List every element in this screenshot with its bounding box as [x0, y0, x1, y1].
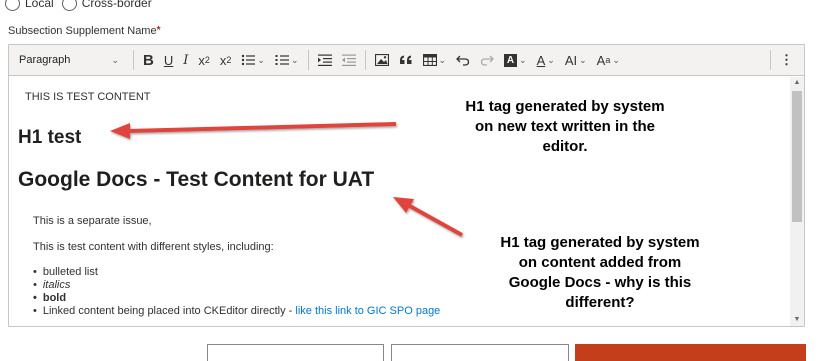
bulleted-list-button[interactable]: ⌄: [236, 49, 270, 71]
font-color-icon: A: [536, 52, 546, 68]
annotation-note-1: H1 tag generated by system on new text w…: [415, 97, 715, 157]
cross-border-radio[interactable]: [61, 0, 77, 11]
content-paragraph: THIS IS TEST CONTENT: [25, 91, 151, 103]
undo-icon: [456, 55, 470, 66]
block-quote-button[interactable]: [394, 49, 418, 71]
font-family-button[interactable]: Aa ⌄: [592, 49, 625, 71]
list-item: Linked content being placed into CKEdito…: [33, 305, 440, 318]
superscript-mark: 2: [226, 55, 232, 65]
subscript-mark: 2: [204, 55, 210, 65]
dialog-button-1[interactable]: [207, 344, 384, 361]
chevron-down-icon: ⌄: [290, 54, 299, 65]
scope-radio-group: Local Cross-border: [5, 0, 160, 14]
chevron-down-icon: ⌄: [579, 54, 587, 65]
dialog-button-2[interactable]: [391, 344, 569, 361]
local-radio[interactable]: [5, 0, 20, 11]
annotation-line: editor.: [542, 138, 588, 155]
heading-google-docs: Google Docs - Test Content for UAT: [18, 168, 375, 191]
font-family-icon: A: [596, 52, 606, 68]
annotation-line: on content added from: [518, 254, 682, 271]
content-paragraph: This is test content with different styl…: [33, 241, 274, 253]
annotation-line: H1 tag generated by system: [465, 98, 665, 115]
chevron-down-icon: ⌄: [612, 54, 620, 65]
toolbar-divider: [307, 50, 309, 70]
paragraph-format-select[interactable]: Paragraph ⌄: [19, 54, 129, 66]
toolbar-divider: [770, 50, 771, 70]
annotation-line: H1 tag generated by system: [500, 234, 700, 251]
increase-indent-button[interactable]: [313, 49, 337, 71]
list-item-text: Linked content being placed into CKEdito…: [42, 305, 296, 317]
annotation-line: on new text written in the: [474, 118, 655, 135]
insert-table-button[interactable]: ⌄: [418, 49, 452, 71]
content-bullet-list: bulleted list italics bold Linked conten…: [33, 266, 440, 318]
numbered-list-icon: [275, 55, 289, 65]
redo-icon: [480, 55, 494, 66]
subsection-supplement-name-label: Subsection Supplement Name*: [8, 25, 161, 37]
toolbar-divider: [364, 50, 366, 70]
font-family-icon-mark: a: [605, 55, 611, 65]
heading-h1-test: H1 test: [18, 127, 82, 148]
list-item: bold: [33, 292, 440, 305]
decrease-indent-button[interactable]: [337, 49, 361, 71]
quote-icon: [399, 55, 411, 64]
subscript-button[interactable]: x2: [193, 49, 215, 71]
editor-scrollbar[interactable]: ▲ ▼: [790, 77, 804, 326]
font-color-button[interactable]: A ⌄: [532, 49, 560, 71]
scroll-down-arrow-icon[interactable]: ▼: [790, 314, 804, 326]
editor-toolbar: Paragraph ⌄ B U I x2 x2 ⌄ ⌄ ⌄ A ⌄ A ⌄ AI…: [9, 45, 804, 76]
chevron-down-icon: ⌄: [547, 54, 555, 65]
bulleted-list-icon: [242, 54, 256, 66]
superscript-button[interactable]: x2: [215, 49, 237, 71]
chevron-down-icon: ⌄: [519, 54, 527, 65]
field-label-text: Subsection Supplement Name: [8, 25, 157, 37]
chevron-down-icon: ⌄: [438, 54, 447, 65]
numbered-list-button[interactable]: ⌄: [270, 49, 304, 71]
chevron-down-icon: ⌄: [257, 54, 265, 65]
toolbar-divider: [133, 50, 134, 70]
scrollbar-thumb[interactable]: [792, 91, 802, 222]
annotation-line: Google Docs - why is this: [508, 274, 692, 291]
required-mark: *: [156, 25, 161, 36]
indent-icon: [317, 54, 332, 66]
annotation-line: different?: [565, 294, 635, 311]
primary-button[interactable]: [575, 344, 806, 361]
insert-image-button[interactable]: [370, 49, 394, 71]
scroll-up-arrow-icon[interactable]: ▲: [790, 77, 804, 89]
image-icon: [374, 54, 389, 66]
table-icon: [422, 54, 437, 66]
outdent-icon: [341, 54, 356, 66]
gic-spo-link[interactable]: like this link to GIC SPO page: [295, 305, 440, 317]
undo-button[interactable]: [451, 49, 475, 71]
local-radio-label[interactable]: Local: [25, 0, 54, 10]
font-size-icon: AI: [564, 52, 578, 68]
list-item: italics: [33, 279, 440, 292]
paragraph-format-value: Paragraph: [19, 54, 71, 66]
underline-button[interactable]: U: [159, 49, 178, 71]
list-item: bulleted list: [33, 266, 440, 279]
highlight-button[interactable]: A ⌄: [499, 49, 532, 71]
more-options-button[interactable]: ⋮: [775, 49, 798, 71]
chevron-down-icon: ⌄: [111, 54, 119, 65]
italic-button[interactable]: I: [178, 49, 193, 71]
bold-button[interactable]: B: [138, 49, 159, 71]
font-size-button[interactable]: AI ⌄: [560, 49, 592, 71]
redo-button[interactable]: [475, 49, 499, 71]
annotation-note-2: H1 tag generated by system on content ad…: [460, 233, 740, 313]
content-paragraph: This is a separate issue,: [33, 215, 152, 227]
cross-border-radio-label[interactable]: Cross-border: [82, 0, 152, 10]
highlight-icon: A: [504, 53, 518, 67]
